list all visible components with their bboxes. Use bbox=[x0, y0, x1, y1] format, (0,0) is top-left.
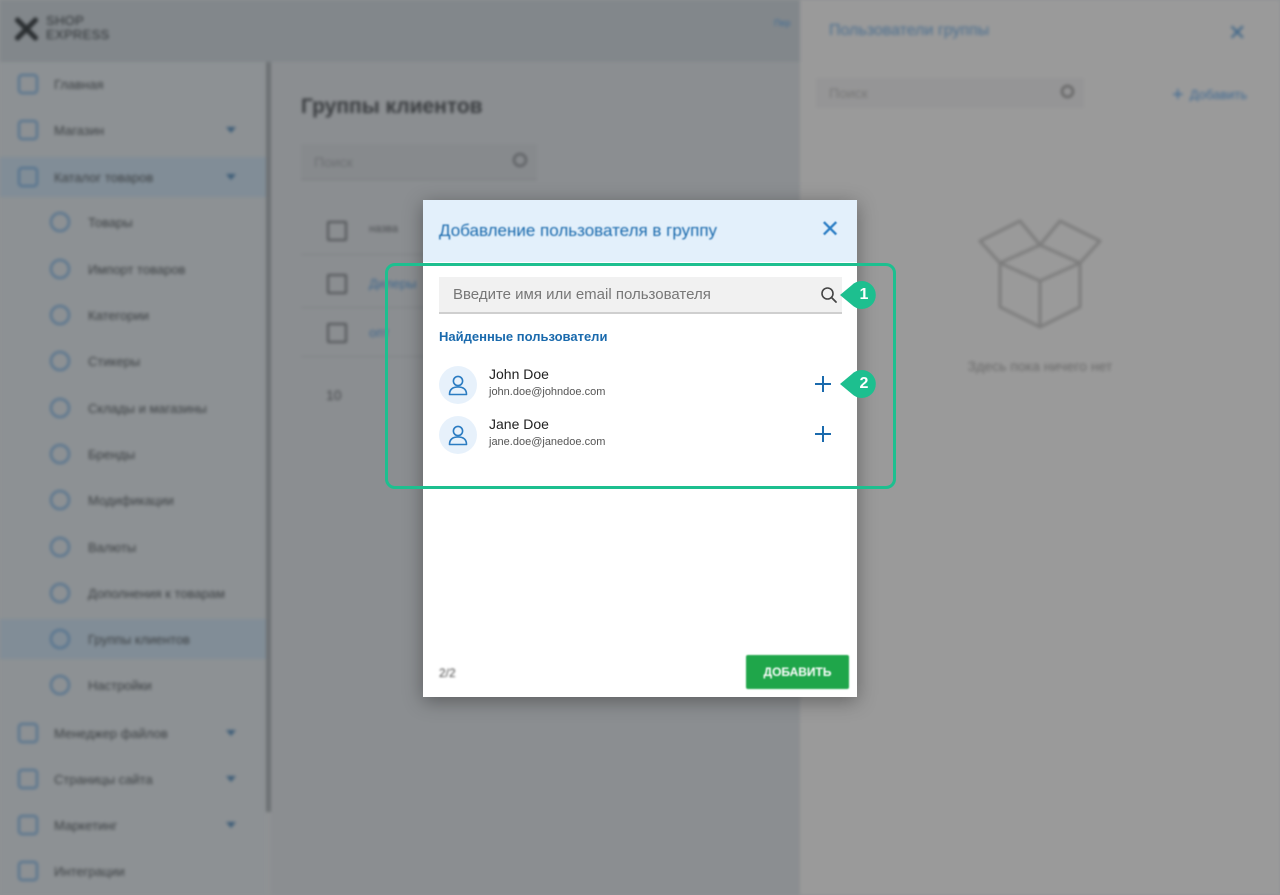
plug-icon bbox=[18, 861, 38, 881]
tag-icon bbox=[50, 444, 70, 464]
plus-circle-icon bbox=[50, 583, 70, 603]
marketing-icon bbox=[18, 815, 38, 835]
add-button[interactable]: ДОБАВИТЬ bbox=[746, 655, 849, 689]
folder-icon bbox=[18, 723, 38, 743]
chevron-down-icon bbox=[226, 822, 236, 828]
sidebar-item-catalog[interactable]: Каталог товаров bbox=[0, 157, 266, 197]
row-checkbox[interactable] bbox=[327, 274, 347, 294]
sidebar-item-warehouses[interactable]: Склады и магазины bbox=[0, 388, 266, 428]
sidebar-item-modifications[interactable]: Модификации bbox=[0, 480, 266, 520]
panel-add-button[interactable]: + Добавить bbox=[1172, 82, 1247, 106]
empty-box-icon bbox=[978, 219, 1102, 329]
sidebar-item-home[interactable]: Главная bbox=[0, 64, 266, 104]
logo-line-1: SHOP bbox=[46, 13, 85, 28]
pages-icon bbox=[18, 769, 38, 789]
select-all-checkbox[interactable] bbox=[327, 221, 347, 241]
sidebar-item-settings[interactable]: Настройки bbox=[0, 665, 266, 705]
panel-search-input[interactable]: Поиск bbox=[816, 78, 1084, 108]
panel-title: Пользователи группы bbox=[829, 22, 990, 39]
callout-marker-2: 2 bbox=[840, 370, 878, 398]
callout-marker-1: 1 bbox=[840, 281, 878, 309]
users-icon bbox=[50, 629, 70, 649]
sidebar-item-customer-groups[interactable]: Группы клиентов bbox=[0, 619, 266, 659]
sidebar-item-site-pages[interactable]: Страницы сайта bbox=[0, 759, 266, 799]
cart-icon bbox=[18, 120, 38, 140]
warehouse-icon bbox=[50, 398, 70, 418]
highlight-frame bbox=[385, 263, 896, 489]
chevron-down-icon bbox=[226, 174, 236, 180]
chevron-down-icon bbox=[226, 730, 236, 736]
sidebar-item-marketing[interactable]: Маркетинг bbox=[0, 805, 266, 845]
sidebar-item-file-manager[interactable]: Менеджер файлов bbox=[0, 713, 266, 753]
close-icon[interactable]: ✕ bbox=[819, 217, 841, 243]
top-bar-link[interactable]: Пер bbox=[774, 18, 790, 28]
dialog-title: Добавление пользователя в группу bbox=[439, 221, 718, 240]
box-icon bbox=[50, 212, 70, 232]
bookmark-icon bbox=[50, 490, 70, 510]
sidebar: Главная Магазин Каталог товаров Товары И… bbox=[0, 62, 266, 895]
sidebar-item-products[interactable]: Товары bbox=[0, 202, 266, 242]
selected-count: 2/2 bbox=[439, 666, 456, 680]
close-icon[interactable]: ✕ bbox=[1228, 20, 1246, 46]
sidebar-item-integrations[interactable]: Интеграции bbox=[0, 851, 266, 891]
sidebar-item-stickers[interactable]: Стикеры bbox=[0, 341, 266, 381]
book-icon bbox=[18, 167, 38, 187]
main-search-input[interactable]: Поиск bbox=[301, 144, 537, 180]
search-icon bbox=[1061, 85, 1074, 98]
page-size-select[interactable]: 10 bbox=[326, 387, 342, 403]
sidebar-item-categories[interactable]: Категории bbox=[0, 295, 266, 335]
chevron-down-icon bbox=[226, 127, 236, 133]
dialog-header: Добавление пользователя в группу ✕ bbox=[423, 200, 857, 262]
top-bar: SHOP EXPRESS Пер bbox=[0, 0, 800, 62]
search-icon bbox=[513, 153, 527, 167]
sidebar-item-currencies[interactable]: Валюты bbox=[0, 527, 266, 567]
plus-icon: + bbox=[1172, 84, 1184, 106]
chevron-down-icon bbox=[226, 776, 236, 782]
page-title: Группы клиентов bbox=[301, 95, 483, 118]
logo-mark-icon bbox=[12, 14, 40, 42]
home-icon bbox=[18, 74, 38, 94]
sidebar-item-brands[interactable]: Бренды bbox=[0, 434, 266, 474]
logo-line-2: EXPRESS bbox=[46, 27, 110, 42]
sticker-icon bbox=[50, 351, 70, 371]
sidebar-item-addons[interactable]: Дополнения к товарам bbox=[0, 573, 266, 613]
download-icon bbox=[50, 259, 70, 279]
sidebar-item-import[interactable]: Импорт товаров bbox=[0, 249, 266, 289]
gear-icon bbox=[50, 675, 70, 695]
currency-icon bbox=[50, 537, 70, 557]
row-checkbox[interactable] bbox=[327, 323, 347, 343]
logo: SHOP EXPRESS bbox=[12, 14, 110, 42]
sidebar-item-shop[interactable]: Магазин bbox=[0, 110, 266, 150]
grid-icon bbox=[50, 305, 70, 325]
